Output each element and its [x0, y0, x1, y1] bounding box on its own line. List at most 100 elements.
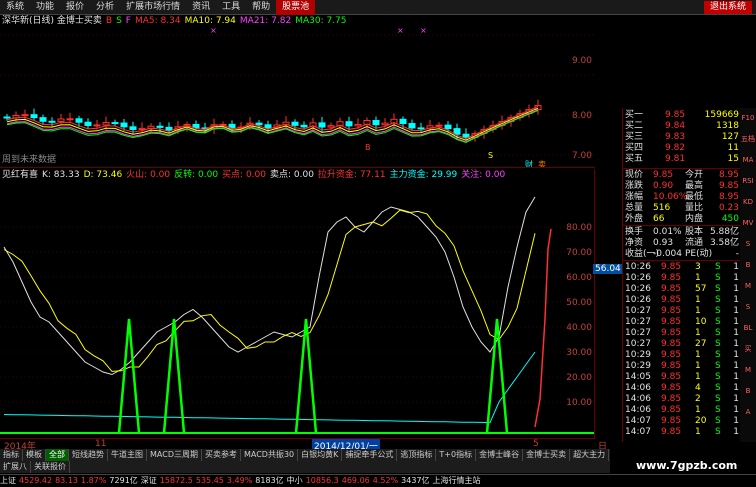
side-tool-button[interactable]: BL	[741, 322, 755, 334]
menu-item[interactable]: 帮助	[246, 0, 276, 15]
tick-side: S	[715, 339, 721, 349]
side-tool-button[interactable]: RSI	[741, 175, 755, 187]
stat-label: 最低	[685, 192, 704, 202]
stat-value: 516	[653, 203, 671, 213]
menu-item[interactable]: 扩展市场行情	[120, 0, 186, 15]
indicator-pane[interactable]: 80.00 70.00 60.00 50.00 40.00 30.00 20.00 10.00…	[0, 169, 595, 438]
side-tool-button[interactable]: S	[741, 238, 755, 250]
candle-body	[354, 123, 362, 127]
main-fund-line	[3, 351, 536, 424]
menu-item[interactable]: 报价	[60, 0, 90, 15]
extension-tab[interactable]: 关联报价	[31, 461, 70, 473]
candle-body	[372, 120, 380, 126]
formula-tab[interactable]: T+0指标	[436, 449, 477, 461]
tick-volume: 4	[695, 383, 701, 393]
quote-row: 14:06 9.85 4 S 1	[623, 383, 740, 394]
tick-side: S	[715, 306, 721, 316]
side-tool-button[interactable]: 五档	[741, 133, 755, 145]
formula-tab[interactable]: 全部	[46, 449, 69, 461]
menu-item[interactable]: 工具	[216, 0, 246, 15]
side-tool-button[interactable]: 买	[741, 343, 755, 355]
extension-tab[interactable]: 扩展八	[0, 461, 31, 473]
quote-row: 14:07 9.85 1 S 1	[623, 427, 740, 438]
candle-body	[291, 121, 299, 126]
side-tool-button[interactable]: B	[741, 385, 755, 397]
exit-button[interactable]: 退出系统	[703, 1, 752, 14]
bid-label: 买五	[625, 154, 644, 164]
formula-tab[interactable]: MACD共振30	[241, 449, 299, 461]
tick-side: S	[715, 317, 721, 327]
stat-value: 66	[653, 214, 665, 224]
tick-volume: 1	[695, 350, 701, 360]
formula-tab[interactable]: 短线趋势	[69, 449, 108, 461]
y-axis-label: 40.00	[566, 323, 592, 333]
status-bar: 上证 4529.42 83.13 1.87% 7291亿 深证 15872.5 535.45 3…	[0, 474, 756, 487]
kline-pane[interactable]: 9.00 8.00 7.00 × × × B S 财卖 深华新(日线) 金博士买卖 B S F MA5:…	[0, 15, 595, 168]
formula-tab[interactable]: MACD三周期	[147, 449, 202, 461]
menu-item[interactable]: 分析	[90, 0, 120, 15]
tick-price: 9.85	[661, 394, 682, 404]
candle-body	[93, 124, 101, 127]
formula-tab[interactable]: T0试用	[609, 449, 610, 461]
formula-tab[interactable]: 模板	[23, 449, 46, 461]
quote-row: 10:29 9.85 1 S 1	[623, 361, 740, 372]
legend-item: 卖点: 0.00	[269, 170, 314, 180]
side-tool-button[interactable]: MA	[741, 154, 755, 166]
indicator-line	[3, 209, 536, 372]
tick-time: 14:07	[625, 416, 651, 426]
side-tool-button[interactable]: M	[741, 364, 755, 376]
bid-price: 9.83	[665, 132, 686, 142]
formula-tab[interactable]: 金博士买卖	[523, 449, 571, 461]
side-tool-button[interactable]: A	[741, 406, 755, 418]
side-tool-button[interactable]: KD	[741, 196, 755, 208]
quote-row: 现价 9.85 今开 8.95	[623, 170, 740, 181]
status-item: 上海行情主站	[432, 476, 481, 485]
formula-tab[interactable]: 白银均黄K	[298, 449, 343, 461]
side-tool-button[interactable]: M	[741, 280, 755, 292]
menu-item[interactable]: 系统	[0, 0, 30, 15]
tick-volume: 1	[695, 427, 701, 437]
side-tool-button[interactable]: B	[741, 259, 755, 271]
buy-signal: B	[365, 143, 371, 152]
side-tool-button[interactable]: F10	[741, 112, 755, 124]
legend-item: 关注: 0.00	[461, 170, 506, 180]
legend-item: B	[105, 16, 113, 26]
tick-side: S	[715, 427, 721, 437]
menu-stock-pool[interactable]: 股票池	[276, 0, 316, 15]
side-tool-button[interactable]: S	[741, 301, 755, 313]
y-axis-label: 50.00	[566, 298, 592, 308]
formula-tab[interactable]: 指标	[0, 449, 23, 461]
time-axis: 2014年 11 2014/12/01/一 5 日	[0, 438, 607, 452]
time-label: 5	[533, 439, 539, 449]
formula-tab[interactable]: 逃顶指标	[397, 449, 437, 461]
tick-volume: 3	[695, 262, 701, 272]
quote-row: 买五 9.81 15	[623, 154, 740, 165]
side-tool-button[interactable]: MV	[741, 217, 755, 229]
formula-tab[interactable]: 牛道主图	[108, 449, 147, 461]
legend-item: MA30: 7.75	[295, 16, 347, 26]
stat-label: PE(动)	[685, 249, 713, 259]
formula-tab[interactable]: 金博士峰谷	[476, 449, 524, 461]
tick-volume: 1	[695, 273, 701, 283]
tick-side: S	[715, 350, 721, 360]
quote-row: 买一 9.85 159669	[623, 110, 740, 121]
menu-item[interactable]: 资讯	[186, 0, 216, 15]
stat-value: -0.004	[653, 249, 683, 259]
formula-tab[interactable]: 捕捉牵手公式	[342, 449, 398, 461]
tick-time: 10:27	[625, 328, 651, 338]
tick-time: 10:29	[625, 350, 651, 360]
quote-row: 买三 9.83 127	[623, 132, 740, 143]
tick-volume: 1	[695, 405, 701, 415]
stat-label: 现价	[625, 170, 644, 180]
candle-body	[300, 124, 308, 128]
legend-item: 见红有喜	[2, 170, 39, 180]
formula-tab[interactable]: 买卖参考	[202, 449, 241, 461]
bid-label: 买三	[625, 132, 644, 142]
menu-item[interactable]: 功能	[30, 0, 60, 15]
formula-tab[interactable]: 超大主力	[570, 449, 610, 461]
tick-time: 10:27	[625, 317, 651, 327]
stat-label: 今开	[685, 170, 704, 180]
tick-time: 10:27	[625, 306, 651, 316]
quote-separator	[623, 225, 740, 226]
legend-item: S	[116, 16, 122, 26]
